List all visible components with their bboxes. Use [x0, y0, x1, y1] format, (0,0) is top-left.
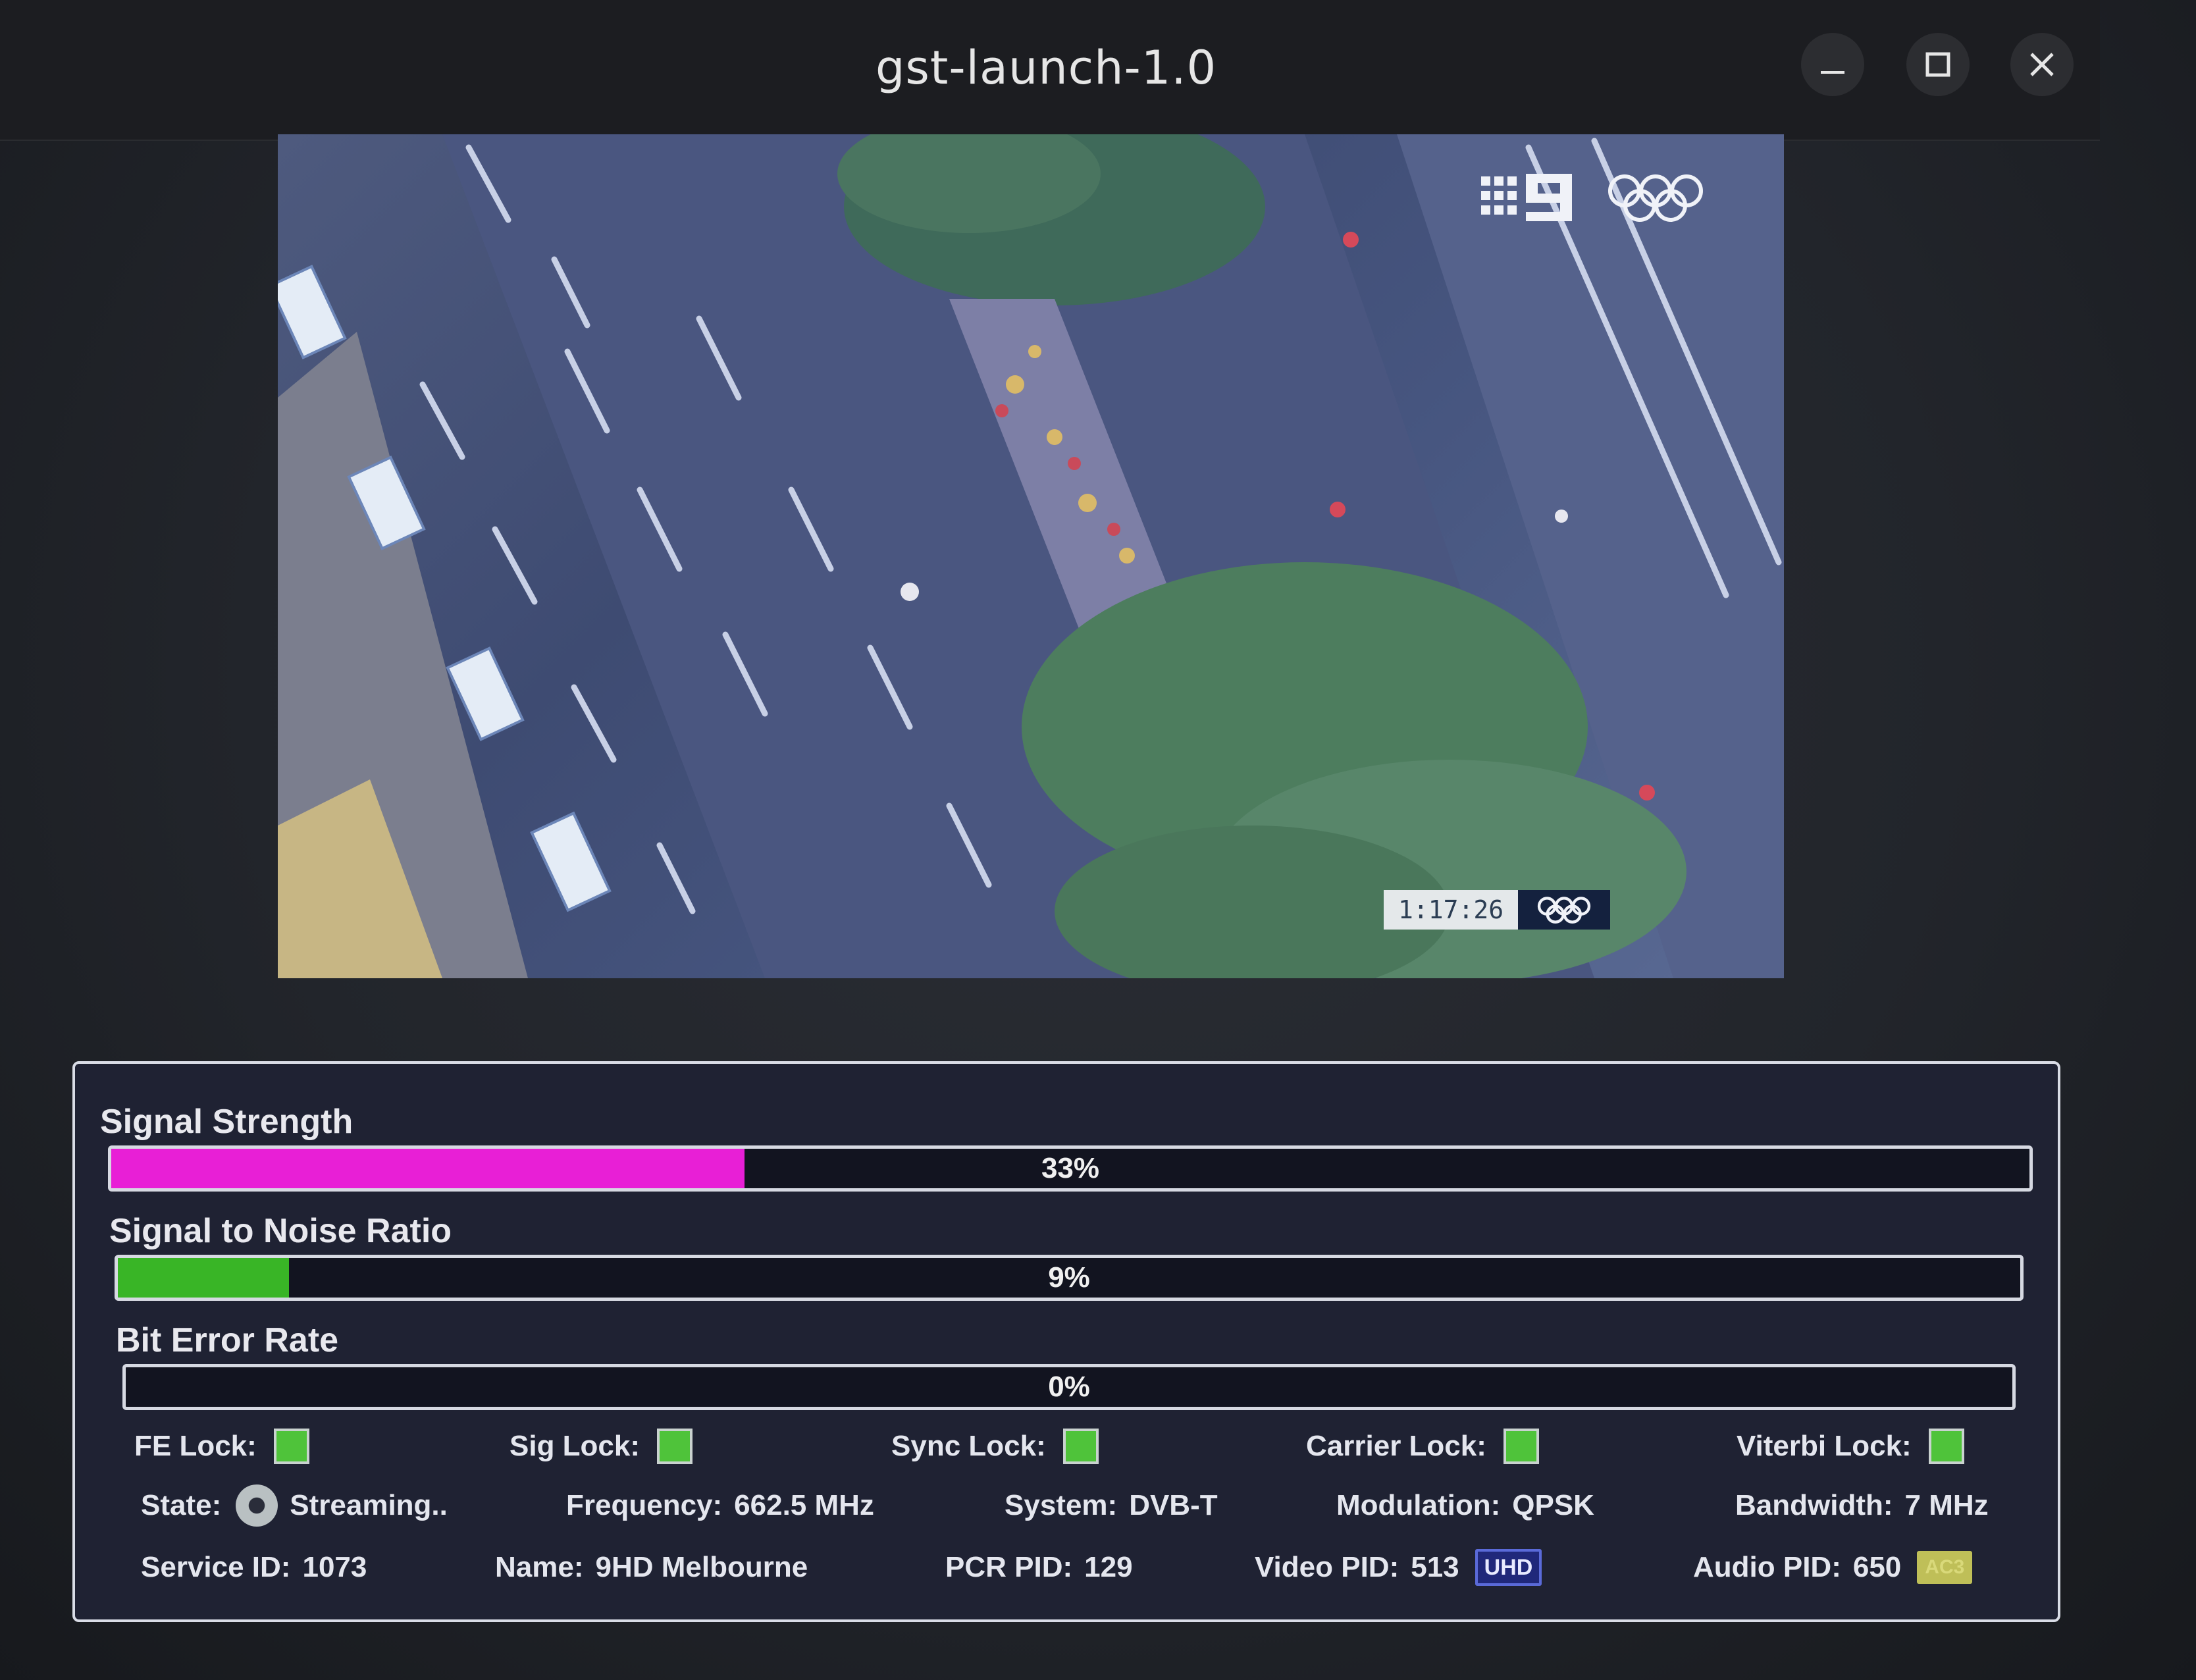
audio-pid-value: 650 [1852, 1551, 1902, 1583]
pcr-pid-field: PCR PID: 129 [945, 1544, 1133, 1590]
audio-pid-field: Audio PID: 650 AC3 [1693, 1544, 1973, 1590]
modulation-field: Modulation: QPSK [1336, 1483, 1594, 1529]
sig-lock-label: Sig Lock: [510, 1430, 640, 1462]
maximize-button[interactable] [1906, 33, 1970, 96]
broadcast-clock: 1:17:26 [1384, 890, 1611, 930]
ac3-badge: AC3 [1917, 1551, 1973, 1584]
video-frame: 1:17:26 [278, 134, 1784, 978]
close-button[interactable] [2010, 33, 2074, 96]
state-label: State: [141, 1489, 222, 1521]
signal-panel: Signal Strength 33% Signal to Noise Rati… [72, 1061, 2060, 1622]
snr-value: 9% [1048, 1261, 1090, 1294]
state-indicator-icon [236, 1484, 278, 1527]
minimize-icon [1821, 71, 1844, 74]
uhd-badge: UHD [1475, 1549, 1542, 1586]
name-label: Name: [495, 1551, 584, 1583]
modulation-value: QPSK [1512, 1489, 1594, 1521]
signal-strength-bar: 33% [108, 1145, 2033, 1192]
maximize-icon [1925, 52, 1950, 77]
frequency-field: Frequency: 662.5 MHz [566, 1483, 874, 1529]
frequency-value: 662.5 MHz [734, 1489, 874, 1521]
channel-logo-group [1481, 171, 1705, 224]
channel-9-logo [1481, 174, 1572, 221]
service-id-field: Service ID: 1073 [141, 1544, 367, 1590]
window-titlebar[interactable]: gst-launch-1.0 [0, 0, 2100, 141]
service-id-value: 1073 [302, 1551, 367, 1583]
carrier-lock: Carrier Lock: [1306, 1423, 1539, 1469]
ber-value: 0% [1048, 1371, 1090, 1403]
signal-strength-label: Signal Strength [100, 1103, 353, 1141]
system-field: System: DVB-T [1005, 1483, 1218, 1529]
video-pid-value: 513 [1411, 1551, 1459, 1583]
olympic-rings-small-icon [1518, 890, 1611, 930]
olympic-rings-icon [1608, 174, 1703, 222]
aerial-scene [278, 134, 1784, 978]
signal-strength-value: 33% [1041, 1152, 1100, 1184]
name-field: Name: 9HD Melbourne [495, 1544, 808, 1590]
viterbi-lock-indicator [1928, 1429, 1964, 1464]
lock-status-row: FE Lock: Sig Lock: Sync Lock: Carrier Lo… [134, 1423, 2010, 1469]
carrier-lock-indicator [1503, 1429, 1539, 1464]
sync-lock-indicator [1062, 1429, 1099, 1464]
desktop-screen: gst-launch-1.0 1:17:26 Signal Strength 3… [0, 0, 2196, 1680]
video-pid-label: Video PID: [1255, 1551, 1399, 1583]
frequency-label: Frequency: [566, 1489, 723, 1521]
system-label: System: [1005, 1489, 1118, 1521]
sig-lock-indicator [657, 1429, 693, 1464]
sig-lock: Sig Lock: [510, 1423, 693, 1469]
modulation-label: Modulation: [1336, 1489, 1501, 1521]
state-value: Streaming.. [290, 1489, 448, 1521]
viterbi-lock-label: Viterbi Lock: [1737, 1430, 1912, 1462]
state-field: State: Streaming.. [141, 1483, 448, 1529]
ber-label: Bit Error Rate [116, 1321, 339, 1359]
sync-lock-label: Sync Lock: [891, 1430, 1046, 1462]
minimize-button[interactable] [1801, 33, 1864, 96]
bandwidth-field: Bandwidth: 7 MHz [1735, 1483, 1989, 1529]
carrier-lock-label: Carrier Lock: [1306, 1430, 1486, 1462]
bandwidth-label: Bandwidth: [1735, 1489, 1893, 1521]
tuning-row: State: Streaming.. Frequency: 662.5 MHz … [134, 1483, 2010, 1529]
close-icon [2030, 53, 2054, 76]
fe-lock-label: FE Lock: [134, 1430, 257, 1462]
snr-label: Signal to Noise Ratio [109, 1212, 452, 1250]
snr-bar: 9% [115, 1255, 2024, 1301]
system-value: DVB-T [1129, 1489, 1218, 1521]
viterbi-lock: Viterbi Lock: [1737, 1423, 1964, 1469]
service-row: Service ID: 1073 Name: 9HD Melbourne PCR… [134, 1544, 2010, 1590]
video-pid-field: Video PID: 513 UHD [1255, 1544, 1542, 1590]
ber-bar: 0% [122, 1364, 2016, 1410]
bandwidth-value: 7 MHz [1904, 1489, 1989, 1521]
pcr-pid-label: PCR PID: [945, 1551, 1073, 1583]
window-title: gst-launch-1.0 [876, 41, 1217, 95]
service-id-label: Service ID: [141, 1551, 291, 1583]
sync-lock: Sync Lock: [891, 1423, 1099, 1469]
broadcast-time: 1:17:26 [1384, 890, 1519, 930]
name-value: 9HD Melbourne [595, 1551, 808, 1583]
fe-lock-indicator [273, 1429, 309, 1464]
pcr-pid-value: 129 [1084, 1551, 1133, 1583]
audio-pid-label: Audio PID: [1693, 1551, 1841, 1583]
fe-lock: FE Lock: [134, 1423, 309, 1469]
